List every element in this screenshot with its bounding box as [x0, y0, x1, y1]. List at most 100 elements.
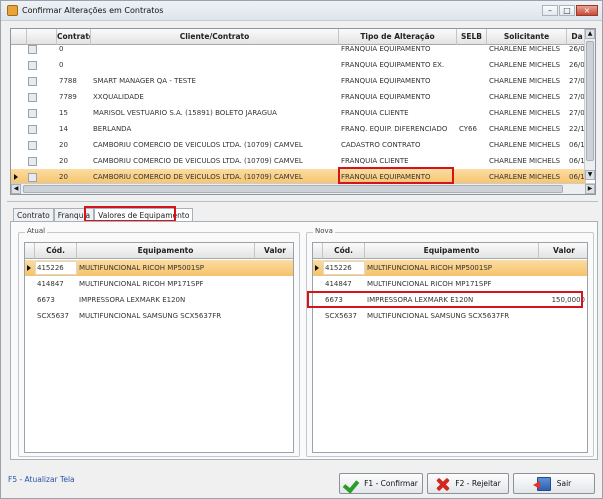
table-row[interactable]: 414847 MULTIFUNCIONAL RICOH MP171SPF	[25, 276, 293, 292]
row-checkbox[interactable]	[28, 45, 37, 54]
cell-cliente: CAMBORIU COMERCIO DE VEICULOS LTDA. (107…	[93, 141, 303, 149]
cell-codigo: 6673	[37, 296, 55, 304]
cell-tipo: FRANQUIA EQUIPAMENTO	[341, 77, 431, 85]
table-row[interactable]: 0 FRANQUIA EQUIPAMENTO EX. CHARLENE MICHEL…	[11, 57, 587, 73]
scroll-up-icon[interactable]: ▲	[585, 29, 595, 39]
row-checkbox[interactable]	[28, 157, 37, 166]
row-checkbox[interactable]	[28, 93, 37, 102]
cell-solicitante: CHARLENE MICHELS	[489, 77, 561, 85]
cell-selb	[459, 73, 485, 89]
table-row[interactable]: 6673 IMPRESSORA LEXMARK E120N	[25, 292, 293, 308]
maximize-button[interactable]: □	[559, 5, 575, 16]
tab-panel-valores: Atual Cód. Pro... Equipamento Valor 4152…	[10, 221, 598, 460]
cell-solicitante: CHARLENE MICHELS	[489, 61, 561, 69]
scroll-thumb-horizontal[interactable]	[23, 185, 563, 193]
scroll-right-icon[interactable]: ▶	[585, 184, 595, 194]
scroll-thumb[interactable]	[586, 41, 594, 161]
cell-equipamento: IMPRESSORA LEXMARK E120N	[79, 296, 186, 304]
cell-tipo: CADASTRO CONTRATO	[341, 141, 421, 149]
group-nova-label: Nova	[313, 227, 335, 235]
confirm-button[interactable]: F1 - Confirmar	[339, 473, 423, 494]
row-checkbox[interactable]	[28, 173, 37, 182]
table-row[interactable]: 415226 MULTIFUNCIONAL RICOH MP5001SP	[25, 260, 293, 276]
row-indicator-icon	[315, 265, 319, 271]
table-row[interactable]: 14 BERLANDA FRANQ. EQUIP. DIFERENCIADO CY66…	[11, 121, 587, 137]
group-nova: Nova Cód. Pro... Equipamento Valor 41522…	[306, 227, 594, 457]
nova-header-codigo[interactable]: Cód. Pro...	[323, 243, 365, 271]
scroll-down-icon[interactable]: ▼	[585, 170, 595, 180]
atual-header-valor[interactable]: Valor	[255, 243, 293, 259]
table-row[interactable]: 0 FRANQUIA EQUIPAMENTO CHARLENE MICHELS 26/…	[11, 41, 587, 57]
cell-tipo: FRANQUIA EQUIPAMENTO EX.	[341, 61, 445, 69]
cell-valor	[539, 260, 585, 276]
cell-equipamento: MULTIFUNCIONAL RICOH MP5001SP	[79, 264, 204, 272]
row-checkbox[interactable]	[28, 61, 37, 70]
cell-contrato: 7788	[59, 77, 77, 85]
cell-valor	[255, 276, 291, 292]
nova-header-indicator	[313, 243, 323, 259]
window-title: Confirmar Alterações em Contratos	[22, 6, 164, 15]
table-row[interactable]: 6673 IMPRESSORA LEXMARK E120N 150,0000	[313, 292, 587, 308]
grid-atual[interactable]: Cód. Pro... Equipamento Valor 415226 MULT…	[24, 242, 294, 453]
cell-selb	[459, 41, 485, 57]
cell-tipo: FRANQUIA CLIENTE	[341, 109, 409, 117]
tab-valores-equipamento[interactable]: Valores de Equipamento	[94, 208, 194, 222]
table-row[interactable]: 20 CAMBORIU COMERCIO DE VEICULOS LTDA. (1…	[11, 137, 587, 153]
confirm-changes-window: Confirmar Alterações em Contratos – □ × …	[0, 0, 603, 499]
detail-tabs: Contrato Franquia Valores de Equipamento	[13, 208, 194, 222]
cell-equipamento: MULTIFUNCIONAL RICOH MP171SPF	[79, 280, 204, 288]
row-indicator-icon	[27, 265, 31, 271]
tab-contrato[interactable]: Contrato	[13, 208, 54, 222]
cell-equipamento: IMPRESSORA LEXMARK E120N	[367, 296, 474, 304]
cell-codigo: 414847	[37, 280, 64, 288]
minimize-button[interactable]: –	[542, 5, 558, 16]
cell-contrato: 7789	[59, 93, 77, 101]
cell-contrato: 15	[59, 109, 68, 117]
cell-selb	[459, 89, 485, 105]
exit-door-icon	[532, 476, 551, 491]
app-icon	[7, 5, 18, 16]
contracts-vertical-scrollbar[interactable]: ▲ ▼	[584, 29, 595, 180]
grid-nova[interactable]: Cód. Pro... Equipamento Valor 415226 MULT…	[312, 242, 588, 453]
scroll-left-icon[interactable]: ◀	[11, 184, 21, 194]
close-button[interactable]: ×	[576, 5, 598, 16]
cell-solicitante: CHARLENE MICHELS	[489, 157, 561, 165]
cell-valor	[539, 308, 585, 324]
cell-valor	[255, 308, 291, 324]
cell-cliente	[93, 57, 337, 73]
group-atual: Atual Cód. Pro... Equipamento Valor 4152…	[18, 227, 300, 457]
cell-codigo: 415226	[325, 264, 352, 272]
cell-selb	[459, 57, 485, 73]
tab-franquia[interactable]: Franquia	[53, 208, 95, 222]
contracts-horizontal-scrollbar[interactable]: ◀ ▶	[11, 183, 595, 194]
table-row[interactable]: 20 CAMBORIU COMERCIO DE VEICULOS LTDA. (1…	[11, 153, 587, 169]
row-checkbox[interactable]	[28, 77, 37, 86]
nova-header-valor[interactable]: Valor	[539, 243, 587, 259]
cell-solicitante: CHARLENE MICHELS	[489, 125, 561, 133]
row-checkbox[interactable]	[28, 141, 37, 150]
cell-solicitante: CHARLENE MICHELS	[489, 45, 561, 53]
table-row[interactable]: 7789 XXQUALIDADE FRANQUIA EQUIPAMENTO CHARL…	[11, 89, 587, 105]
reject-button[interactable]: F2 - Rejeitar	[427, 473, 509, 494]
atual-header-equipamento[interactable]: Equipamento	[77, 243, 255, 259]
table-row[interactable]: 7788 SMART MANAGER QA - TESTE FRANQUIA EQU…	[11, 73, 587, 89]
group-atual-label: Atual	[25, 227, 48, 235]
nova-header-equipamento[interactable]: Equipamento	[365, 243, 539, 259]
atual-header-indicator	[25, 243, 35, 259]
table-row[interactable]: 15 MARISOL VESTUARIO S.A. (15891) BOLETO …	[11, 105, 587, 121]
row-checkbox[interactable]	[28, 125, 37, 134]
section-divider	[7, 201, 598, 202]
cell-solicitante: CHARLENE MICHELS	[489, 109, 561, 117]
table-row[interactable]: SCX5637 MULTIFUNCIONAL SAMSUNG SCX5637FR	[25, 308, 293, 324]
check-icon	[344, 477, 358, 491]
row-checkbox[interactable]	[28, 109, 37, 118]
exit-button[interactable]: Sair	[513, 473, 595, 494]
cell-valor: 150,0000	[551, 296, 585, 304]
table-row[interactable]: SCX5637 MULTIFUNCIONAL SAMSUNG SCX5637FR	[313, 308, 587, 324]
table-row[interactable]: 415226 MULTIFUNCIONAL RICOH MP5001SP	[313, 260, 587, 276]
cell-codigo: 415226	[37, 264, 64, 272]
cell-selb: CY66	[459, 125, 477, 133]
table-row[interactable]: 414847 MULTIFUNCIONAL RICOH MP171SPF	[313, 276, 587, 292]
contracts-grid[interactable]: Contrato Cliente/Contrato Tipo de Altera…	[10, 28, 596, 195]
atual-header-codigo[interactable]: Cód. Pro...	[35, 243, 77, 271]
